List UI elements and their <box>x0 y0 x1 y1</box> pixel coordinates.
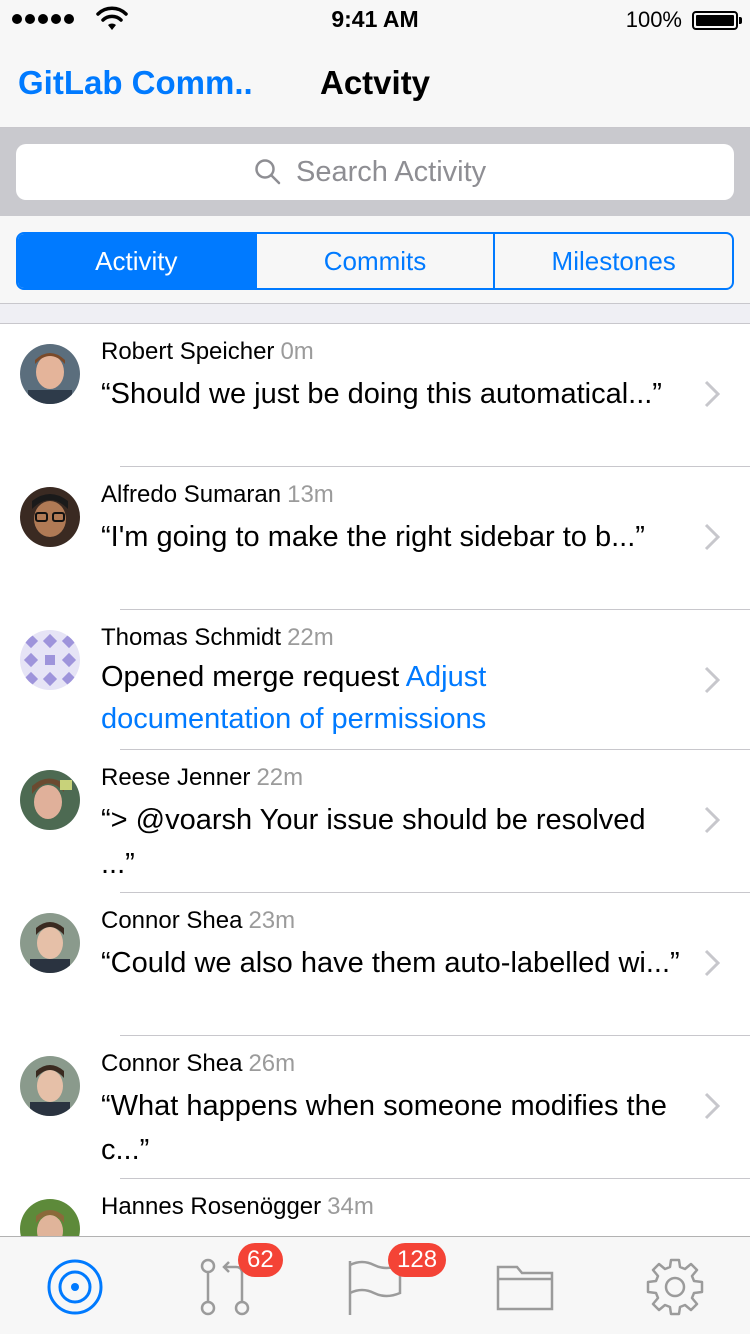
activity-row[interactable]: Hannes Rosenögger34m “ <box>0 1179 750 1236</box>
activity-row[interactable]: Connor Shea 23m “Could we also have them … <box>0 893 750 1036</box>
merge-requests-badge: 62 <box>238 1243 283 1277</box>
timestamp: 0m <box>280 338 314 365</box>
segment-activity[interactable]: Activity <box>18 234 257 288</box>
timestamp: 34m <box>327 1193 374 1220</box>
activity-row[interactable]: Robert Speicher 0m “Should we just be doi… <box>0 324 750 467</box>
tab-bar: 62 128 <box>0 1236 750 1334</box>
comment-text: “What happens when someone modifies the … <box>101 1090 667 1166</box>
chevron-right-icon <box>704 523 720 551</box>
segment-commits[interactable]: Commits <box>257 234 496 288</box>
activity-row[interactable]: Connor Shea 26m “What happens when someon… <box>0 1036 750 1179</box>
author-name: Connor Shea <box>101 907 243 934</box>
activity-list: Robert Speicher 0m “Should we just be doi… <box>0 324 750 1236</box>
segmented-control: Activity Commits Milestones <box>16 232 734 290</box>
action-text: Opened merge request <box>101 661 406 693</box>
activity-row[interactable]: Reese Jenner 22m “> @voarsh Your issue sh… <box>0 750 750 893</box>
author-name: Connor Shea <box>101 1050 243 1077</box>
chevron-right-icon <box>704 1092 720 1120</box>
chevron-right-icon <box>704 949 720 977</box>
comment-text: “ <box>101 1227 681 1236</box>
tab-settings-gear-icon[interactable] <box>645 1257 705 1317</box>
avatar <box>20 487 80 547</box>
author-name: Thomas Schmidt <box>101 624 282 651</box>
chevron-right-icon <box>704 666 720 694</box>
comment-text: “Could we also have them auto-labelled w… <box>101 947 680 979</box>
avatar <box>20 630 80 690</box>
author-name: Robert Speicher <box>101 338 275 365</box>
merge-request-text: Opened merge request Adjust documentatio… <box>101 656 681 740</box>
segment-milestones[interactable]: Milestones <box>495 234 732 288</box>
page-title: Actvity <box>320 64 431 101</box>
comment-text: “I'm going to make the right sidebar to … <box>101 521 645 553</box>
segment-container: Activity Commits Milestones <box>0 216 750 304</box>
avatar <box>20 913 80 973</box>
activity-row[interactable]: Alfredo Sumaran 13m “I'm going to make th… <box>0 467 750 610</box>
tab-files-folder-icon[interactable] <box>495 1257 555 1317</box>
timestamp: 22m <box>287 624 334 651</box>
author-name: Alfredo Sumaran <box>101 481 282 508</box>
comment-text: “Should we just be doing this automatica… <box>101 378 662 410</box>
avatar <box>20 1056 80 1116</box>
timestamp: 13m <box>287 481 334 508</box>
timestamp: 22m <box>256 764 304 791</box>
author-name: Reese Jenner <box>101 764 251 791</box>
navigation-bar: GitLab Comm.. Actvity <box>0 40 750 128</box>
status-bar: 9:41 AM 100% <box>0 0 750 40</box>
tab-issues[interactable]: 128 <box>346 1243 447 1317</box>
search-input[interactable] <box>296 155 496 189</box>
activity-row[interactable]: Thomas Schmidt 22m Opened merge request A… <box>0 610 750 750</box>
battery-percentage: 100% <box>625 7 682 32</box>
section-spacer <box>0 304 750 324</box>
search-icon <box>255 159 281 185</box>
back-button[interactable]: GitLab Comm.. <box>18 64 253 102</box>
search-field[interactable] <box>16 144 734 200</box>
comment-text: “> @voarsh Your issue should be resolved… <box>101 804 646 880</box>
search-bar <box>0 128 750 216</box>
author-name: Hannes Rosenögger <box>101 1193 322 1220</box>
issues-badge: 128 <box>388 1243 447 1277</box>
timestamp: 23m <box>248 907 296 934</box>
tab-activity-icon[interactable] <box>45 1257 105 1317</box>
chevron-right-icon <box>704 380 720 408</box>
timestamp: 26m <box>248 1050 296 1077</box>
battery-icon <box>692 11 742 30</box>
avatar <box>20 770 80 830</box>
chevron-right-icon <box>704 806 720 834</box>
avatar <box>20 344 80 404</box>
tab-merge-requests[interactable]: 62 <box>196 1243 283 1317</box>
avatar <box>20 1199 80 1236</box>
